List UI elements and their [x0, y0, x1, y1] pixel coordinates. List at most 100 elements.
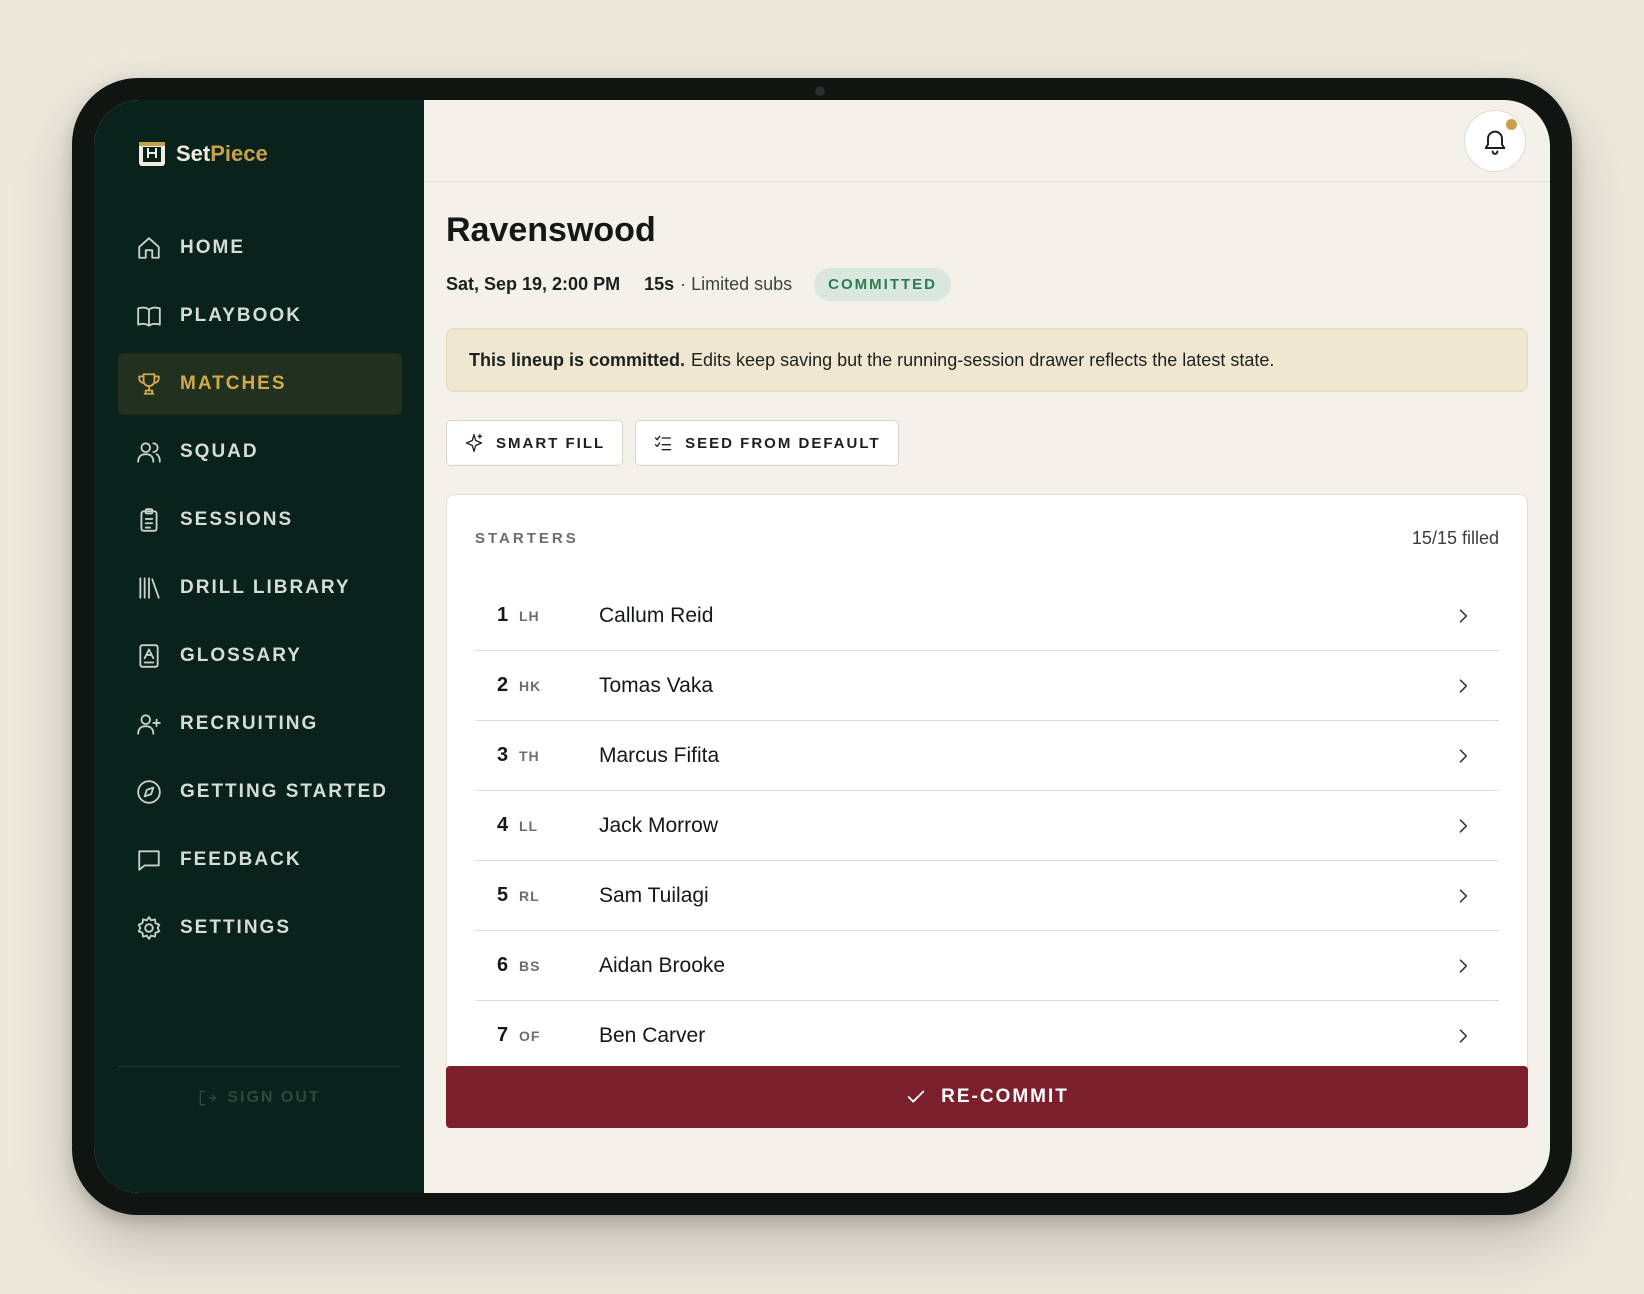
sparkle-icon — [465, 434, 483, 452]
camera — [815, 86, 825, 96]
table-row[interactable]: 6 BS Aidan Brooke — [475, 931, 1499, 1001]
row-number: 6 — [497, 954, 509, 976]
row-player-name: Sam Tuilagi — [599, 883, 709, 907]
sign-out-label: SIGN OUT — [227, 1089, 321, 1106]
match-format: 15s — [644, 274, 675, 294]
sidebar-item-label: HOME — [180, 237, 245, 258]
chevron-right-icon — [1459, 748, 1468, 763]
row-position: LL — [519, 817, 539, 834]
row-player-name: Aidan Brooke — [599, 953, 726, 977]
sidebar-item-label: GETTING STARTED — [180, 781, 389, 802]
table-row[interactable]: 2 HK Tomas Vaka — [475, 651, 1499, 721]
top-bar — [424, 100, 1550, 182]
row-number: 2 — [497, 674, 509, 696]
chevron-right-icon — [1459, 958, 1468, 973]
row-position: BS — [519, 957, 541, 974]
sidebar-item-matches[interactable]: MATCHES — [118, 353, 402, 415]
setpiece-logo-icon — [139, 142, 165, 166]
notice-text: Edits keep saving but the running-sessio… — [691, 349, 1275, 370]
row-number: 3 — [497, 744, 509, 766]
message-icon — [138, 850, 160, 871]
chevron-right-icon — [1459, 1028, 1468, 1043]
sidebar-item-label: RECRUITING — [180, 713, 319, 734]
re-commit-button[interactable]: RE-COMMIT — [446, 1066, 1528, 1128]
sidebar-item-label: SETTINGS — [180, 917, 292, 938]
table-row[interactable]: 4 LL Jack Morrow — [475, 791, 1499, 861]
sidebar-item-label: FEEDBACK — [180, 849, 302, 870]
trophy-icon — [138, 373, 160, 395]
status-badge: COMMITTED — [814, 268, 951, 301]
notification-dot — [1506, 119, 1517, 130]
smart-fill-label: SMART FILL — [496, 434, 606, 452]
row-player-name: Jack Morrow — [599, 813, 719, 837]
sidebar-item-playbook[interactable]: PLAYBOOK — [118, 285, 402, 347]
sidebar-item-label: MATCHES — [180, 373, 287, 394]
table-row[interactable]: 5 RL Sam Tuilagi — [475, 861, 1499, 931]
sidebar-item-squad[interactable]: SQUAD — [118, 421, 402, 483]
lineup-actions: SMART FILL SEED FROM DEFAULT — [446, 420, 1528, 466]
check-icon — [907, 1090, 925, 1103]
compass-icon — [137, 780, 161, 804]
sidebar-item-settings[interactable]: SETTINGS — [118, 897, 402, 959]
sidebar-item-glossary[interactable]: GLOSSARY — [118, 625, 402, 687]
starters-header: STARTERS 15/15 filled — [475, 495, 1499, 581]
brand-name: SetPiece — [176, 141, 268, 166]
sidebar-divider — [118, 1066, 400, 1067]
sidebar-item-drill-library[interactable]: DRILL LIBRARY — [118, 557, 402, 619]
smart-fill-button[interactable]: SMART FILL — [446, 420, 624, 466]
sidebar-item-recruiting[interactable]: RECRUITING — [118, 693, 402, 755]
re-commit-label: RE-COMMIT — [941, 1086, 1069, 1107]
app-screen: SetPiece HOME PLAYBOOK MATCHES SQUAD SES… — [94, 100, 1550, 1193]
table-row[interactable]: 1 LH Callum Reid — [475, 581, 1499, 651]
brand-logo[interactable]: SetPiece — [136, 138, 268, 170]
sidebar: SetPiece HOME PLAYBOOK MATCHES SQUAD SES… — [94, 100, 424, 1193]
row-position: LH — [519, 607, 540, 624]
sidebar-item-label: SQUAD — [180, 441, 259, 462]
checklist-icon — [654, 435, 672, 451]
match-date: Sat, Sep 19, 2:00 PM — [446, 274, 621, 294]
sidebar-item-feedback[interactable]: FEEDBACK — [118, 829, 402, 891]
sidebar-nav: HOME PLAYBOOK MATCHES SQUAD SESSIONS DRI… — [118, 217, 402, 965]
seed-from-default-button[interactable]: SEED FROM DEFAULT — [635, 420, 899, 466]
table-row[interactable]: 3 TH Marcus Fifita — [475, 721, 1499, 791]
book-icon — [137, 306, 161, 327]
sidebar-item-sessions[interactable]: SESSIONS — [118, 489, 402, 551]
user-plus-icon — [137, 714, 161, 735]
notice-strong: This lineup is committed. — [469, 349, 686, 370]
match-meta: Sat, Sep 19, 2:00 PM 15s · Limited subs … — [446, 268, 1528, 301]
row-number: 4 — [497, 814, 509, 836]
home-icon — [138, 237, 160, 259]
sidebar-item-label: DRILL LIBRARY — [180, 577, 351, 598]
sidebar-item-getting-started[interactable]: GETTING STARTED — [118, 761, 402, 823]
clipboard-icon — [140, 508, 158, 532]
chevron-right-icon — [1459, 888, 1468, 903]
row-player-name: Marcus Fifita — [599, 743, 720, 767]
chevron-right-icon — [1459, 818, 1468, 833]
glossary-icon — [139, 644, 159, 668]
row-position: TH — [519, 747, 540, 764]
sidebar-item-home[interactable]: HOME — [118, 217, 402, 279]
gear-icon — [137, 916, 161, 940]
bell-icon — [1484, 130, 1506, 155]
sign-out-button[interactable]: SIGN OUT — [94, 1088, 424, 1108]
tablet-frame: SetPiece HOME PLAYBOOK MATCHES SQUAD SES… — [72, 78, 1572, 1215]
notifications-button[interactable] — [1464, 110, 1526, 172]
users-icon — [137, 442, 161, 463]
starters-count: 15/15 filled — [1411, 527, 1499, 548]
table-row[interactable]: 7 OF Ben Carver — [475, 1001, 1499, 1071]
match-content: Ravenswood Sat, Sep 19, 2:00 PM 15s · Li… — [446, 182, 1528, 1090]
sidebar-item-label: SESSIONS — [180, 509, 294, 530]
starters-label: STARTERS — [475, 529, 579, 547]
row-player-name: Ben Carver — [599, 1023, 706, 1047]
sidebar-item-label: GLOSSARY — [180, 645, 302, 666]
library-icon — [139, 577, 160, 599]
committed-notice: This lineup is committed. Edits keep sav… — [446, 328, 1528, 392]
match-subs: · Limited subs — [680, 274, 793, 294]
chevron-right-icon — [1459, 678, 1468, 693]
row-player-name: Tomas Vaka — [599, 673, 713, 697]
starters-card: STARTERS 15/15 filled 1 LH Callum Reid 2… — [446, 494, 1528, 1090]
row-player-name: Callum Reid — [599, 603, 714, 627]
chevron-right-icon — [1459, 608, 1468, 623]
main-content: Ravenswood Sat, Sep 19, 2:00 PM 15s · Li… — [424, 100, 1550, 1193]
row-number: 7 — [497, 1024, 509, 1046]
